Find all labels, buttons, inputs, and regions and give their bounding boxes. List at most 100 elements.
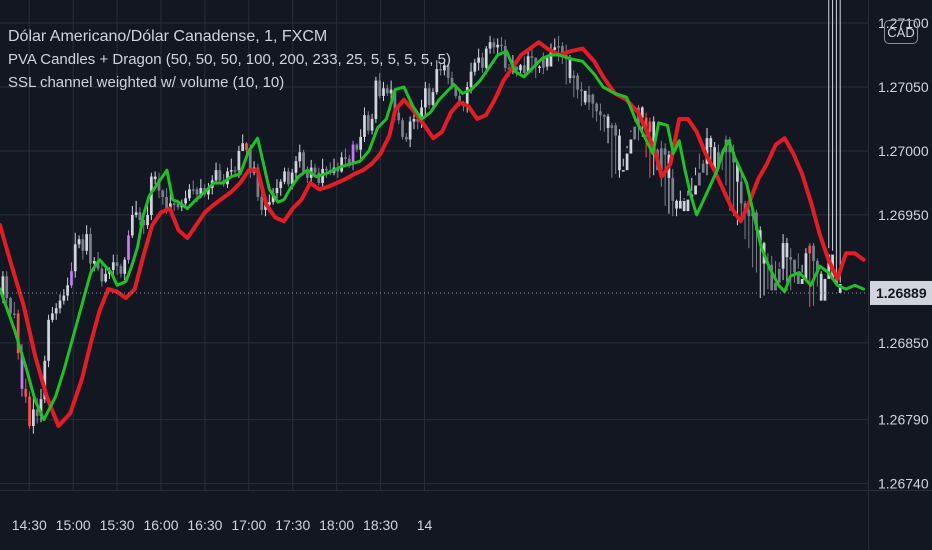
candle-body xyxy=(54,308,58,314)
candle-body xyxy=(283,171,286,182)
candle-body xyxy=(701,163,705,173)
x-tick-label: 15:00 xyxy=(56,517,91,533)
currency-badge[interactable]: CAD xyxy=(884,20,918,44)
candle-body xyxy=(484,48,488,68)
candle-body xyxy=(359,136,363,150)
candle-body xyxy=(127,235,130,260)
candle-body xyxy=(401,120,404,137)
candle-body xyxy=(519,65,522,71)
candle-body xyxy=(366,115,370,131)
candle-body xyxy=(161,190,165,198)
candle-body xyxy=(306,172,309,178)
candle-body xyxy=(111,262,115,270)
candle-body xyxy=(73,244,77,272)
candle-body xyxy=(138,212,142,221)
candle-body xyxy=(58,300,62,309)
x-tick-label: 15:30 xyxy=(100,517,135,533)
candle-body xyxy=(553,47,557,50)
candle-body xyxy=(24,388,28,397)
candle-body xyxy=(583,90,587,103)
y-tick-label: 1.26790 xyxy=(878,412,929,428)
candle-body xyxy=(599,111,602,116)
candle-body xyxy=(739,181,743,204)
candle-body xyxy=(823,278,827,301)
candle-body xyxy=(28,396,31,427)
candle-body xyxy=(663,148,667,155)
indicator-ssl-channel[interactable]: SSL channel weighted w/ volume (10, 10) xyxy=(8,71,451,94)
candle-body xyxy=(229,170,233,172)
chart-container[interactable]: 14:30 15:00 15:30 16:00 16:30 17:00 17:30 18:00… xyxy=(0,0,932,550)
candle-body xyxy=(595,103,598,112)
candle-body xyxy=(648,121,652,132)
candle-body xyxy=(313,167,317,173)
candle-body xyxy=(100,268,104,282)
candle-body xyxy=(610,125,614,128)
candle-body xyxy=(370,118,374,131)
candle-body xyxy=(294,161,298,173)
candle-body xyxy=(488,42,492,49)
candle-body xyxy=(165,197,168,209)
candle-body xyxy=(47,319,50,361)
x-tick-label: 14 xyxy=(417,517,433,533)
candle-body xyxy=(602,115,606,117)
candle-body xyxy=(184,198,187,204)
candle-body xyxy=(538,66,541,69)
candle-body xyxy=(237,150,241,171)
symbol-title[interactable]: Dólar Americano/Dólar Canadense, 1, FXCM xyxy=(8,25,451,48)
candle-body xyxy=(92,260,96,264)
candle-body xyxy=(698,172,701,186)
candle-body xyxy=(5,276,9,299)
candle-body xyxy=(81,239,85,251)
candle-body xyxy=(85,234,89,251)
x-tick-label: 17:30 xyxy=(275,517,310,533)
x-tick-label: 14:30 xyxy=(12,517,47,533)
last-price-label: 1.26889 xyxy=(876,285,927,301)
candle-body xyxy=(351,144,355,164)
candle-body xyxy=(522,65,526,73)
candle-body xyxy=(172,203,176,205)
candle-body xyxy=(819,273,823,301)
candle-body xyxy=(804,253,808,279)
candle-body xyxy=(633,126,637,140)
candle-body xyxy=(629,139,633,154)
candle-body xyxy=(530,56,534,58)
candle-body xyxy=(789,257,793,260)
candle-body xyxy=(606,116,610,128)
candle-body xyxy=(500,44,503,47)
candle-body xyxy=(214,170,218,181)
candle-body xyxy=(671,177,675,201)
candle-body xyxy=(481,57,484,68)
y-tick-label: 1.26950 xyxy=(878,207,929,223)
candle-body xyxy=(340,157,344,172)
candle-body xyxy=(130,214,134,236)
candle-body xyxy=(241,143,245,151)
candle-body xyxy=(557,46,560,48)
candle-body xyxy=(492,42,496,48)
candle-body xyxy=(66,285,69,296)
candle-body xyxy=(572,75,576,79)
x-tick-label: 17:00 xyxy=(231,517,266,533)
y-tick-label: 1.26740 xyxy=(878,476,929,492)
candle-body xyxy=(812,245,815,261)
candle-body xyxy=(123,259,127,274)
indicator-pva-candles[interactable]: PVA Candles + Dragon (50, 50, 50, 100, 2… xyxy=(8,48,451,71)
candle-body xyxy=(694,185,697,195)
candle-body xyxy=(404,136,408,140)
candle-body xyxy=(800,278,804,285)
candle-body xyxy=(233,170,237,172)
y-tick-label: 1.26850 xyxy=(878,335,929,351)
candle-body xyxy=(89,234,92,264)
candle-body xyxy=(781,243,785,269)
candle-body xyxy=(614,125,618,136)
candle-body xyxy=(618,135,621,171)
candle-body xyxy=(397,112,401,121)
candle-body xyxy=(298,152,302,162)
candle-body xyxy=(469,71,473,87)
candle-body xyxy=(355,144,359,150)
x-tick-label: 16:30 xyxy=(187,517,222,533)
candle-body xyxy=(477,57,481,63)
candle-body xyxy=(302,152,305,173)
candle-body xyxy=(104,273,108,282)
chart-legend: Dólar Americano/Dólar Canadense, 1, FXCM… xyxy=(8,25,451,94)
candle-body xyxy=(188,189,191,199)
